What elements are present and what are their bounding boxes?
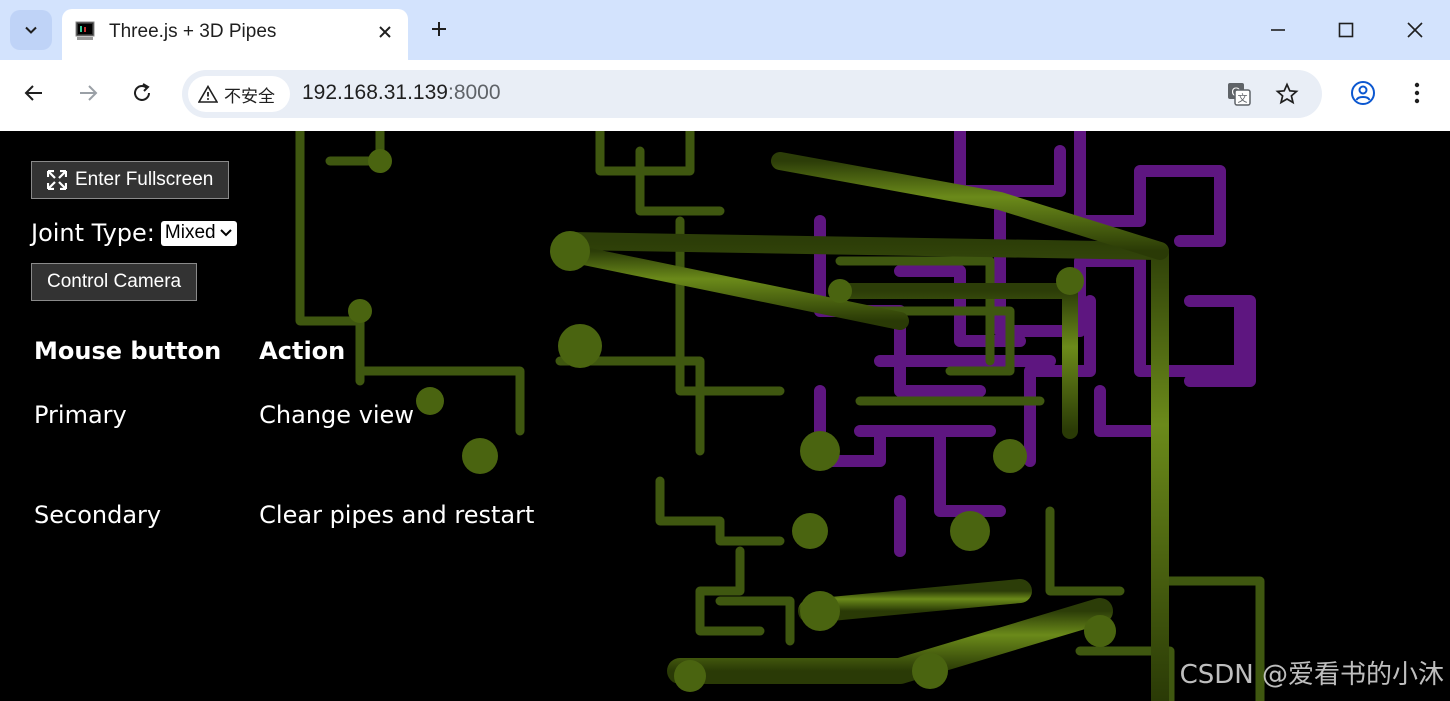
favicon-icon [75,21,95,40]
table-cell: Primary [34,401,127,429]
star-icon [1275,82,1299,105]
forward-button[interactable] [70,75,106,111]
address-bar[interactable]: 不安全 192.168.31.139:8000 G文 [182,70,1322,118]
enter-fullscreen-button[interactable]: Enter Fullscreen [31,161,230,199]
new-tab-button[interactable] [424,14,454,44]
page-viewport[interactable]: Enter Fullscreen Joint Type: Mixed Contr… [0,131,1450,701]
table-row: Primary Change view [30,369,568,469]
control-camera-button[interactable]: Control Camera [31,263,198,301]
security-label: 不安全 [224,86,275,106]
fullscreen-label: Enter Fullscreen [75,169,214,190]
menu-icon [1414,82,1420,104]
close-window-button[interactable] [1395,10,1435,50]
translate-button[interactable]: G文 [1224,79,1254,109]
controls-help-table: Mouse button Action Primary Change view … [30,333,568,569]
table-cell: Secondary [34,501,162,529]
column-header: Action [259,337,346,365]
url-host: 192.168.31.139 [302,81,448,104]
maximize-button[interactable] [1326,10,1366,50]
control-camera-label: Control Camera [47,271,182,292]
url-port: :8000 [447,81,501,104]
reload-button[interactable] [124,75,160,111]
profile-icon [1351,81,1375,105]
reload-icon [134,83,150,101]
back-button[interactable] [16,75,52,111]
joint-type-row: Joint Type: Mixed [31,219,568,247]
warning-icon [198,85,218,103]
browser-toolbar: 不安全 192.168.31.139:8000 G文 [0,60,1450,131]
close-icon [379,26,391,38]
translate-icon: G文 [1228,83,1251,106]
joint-type-value: Mixed [164,222,216,243]
table-row: Secondary Clear pipes and restart [30,469,568,569]
forward-icon [80,85,98,101]
watermark: CSDN @爱看书的小沐 [1179,660,1444,690]
profile-button[interactable] [1345,75,1381,111]
chevron-down-icon [25,26,37,34]
minimize-button[interactable] [1258,10,1298,50]
browser-tab[interactable]: Three.js + 3D Pipes [62,9,408,60]
column-header: Mouse button [34,337,222,365]
bookmark-button[interactable] [1272,79,1302,109]
table-header-row: Mouse button Action [30,333,568,369]
security-chip[interactable]: 不安全 [188,76,290,112]
back-icon [24,85,42,101]
joint-type-select[interactable]: Mixed [160,220,237,246]
tab-strip: Three.js + 3D Pipes [0,0,1450,60]
table-cell: Change view [259,401,414,429]
tab-close-button[interactable] [372,19,398,45]
close-window-icon [1407,22,1423,38]
minimize-icon [1271,29,1285,31]
table-cell: Clear pipes and restart [259,501,535,529]
url-text: 192.168.31.139:8000 [302,81,501,105]
maximize-icon [1338,22,1354,38]
plus-icon [432,22,446,36]
menu-button[interactable] [1399,75,1435,111]
fullscreen-icon [47,170,67,190]
joint-type-label: Joint Type: [31,219,155,247]
browser-chrome: Three.js + 3D Pipes 不安全 192.168.31.139:8… [0,0,1450,131]
tab-title: Three.js + 3D Pipes [109,21,277,42]
chevron-down-icon [219,229,232,237]
controls-overlay: Enter Fullscreen Joint Type: Mixed Contr… [31,161,568,569]
svg-text:文: 文 [1238,92,1248,105]
tab-search-button[interactable] [10,10,52,50]
